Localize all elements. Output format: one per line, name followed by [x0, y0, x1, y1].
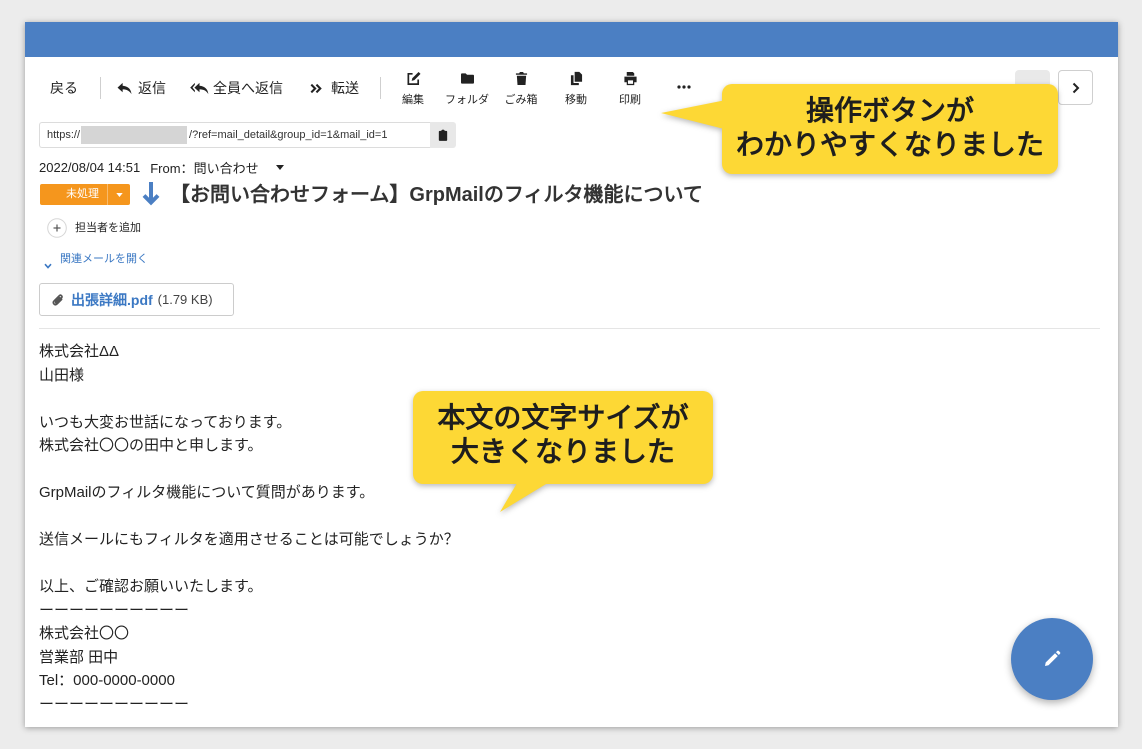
- print-button[interactable]: 印刷: [603, 68, 657, 110]
- back-label: 戻る: [50, 80, 78, 96]
- prev-mail-button: [1015, 70, 1050, 105]
- move-icon: [549, 70, 603, 86]
- mail-body: 株式会社ΔΔ 山田様 いつも大変お世話になっております。 株式会社〇〇の田中と申…: [39, 340, 939, 727]
- reply-all-icon: [190, 82, 209, 95]
- more-icon: [677, 85, 691, 89]
- divider: [39, 328, 1100, 329]
- move-label: 移動: [565, 94, 587, 106]
- compose-button[interactable]: [1011, 618, 1093, 700]
- print-icon: [603, 70, 657, 86]
- from-name: 問い合わせ: [193, 160, 259, 176]
- plus-circle-icon: [47, 218, 67, 238]
- body-paragraph: 以上、ご確認お願いいたします。 ーーーーーーーーーー 株式会社〇〇 営業部 田中…: [39, 575, 939, 716]
- body-line: ーーーーーーーーーー: [39, 601, 190, 619]
- folder-button[interactable]: フォルダ: [440, 68, 494, 110]
- caret-down-icon: [275, 164, 284, 170]
- attachment-name: 出張詳細.pdf: [71, 291, 153, 308]
- body-paragraph: 送信メールにもフィルタを適用させることは可能でしょうか？: [39, 528, 939, 552]
- redacted-host: [81, 126, 188, 144]
- body-line: 山田様: [39, 366, 85, 384]
- status-dropdown[interactable]: 未処理: [40, 184, 130, 205]
- edit-label: 編集: [402, 94, 424, 106]
- move-button[interactable]: 移動: [549, 68, 603, 110]
- trash-label: ごみ箱: [504, 94, 538, 106]
- mail-url-field[interactable]: https:// /?ref=mail_detail&group_id=1&ma…: [39, 122, 430, 148]
- clipboard-icon: [438, 129, 448, 141]
- toolbar-divider: [100, 77, 101, 99]
- folder-label: フォルダ: [445, 94, 489, 106]
- caret-down-icon: [107, 184, 130, 205]
- reply-label: 返信: [138, 80, 166, 96]
- add-assignee-label[interactable]: 担当者を追加: [75, 221, 141, 235]
- paperclip-icon: [52, 293, 64, 307]
- mail-detail-card: 戻る 返信 全員へ返信 転送 編集 フォルダ ごみ箱 移動 印刷 https:/…: [25, 22, 1118, 727]
- reply-all-label: 全員へ返信: [213, 80, 283, 96]
- edit-icon: [386, 70, 440, 86]
- forward-icon: [310, 83, 322, 94]
- folder-icon: [440, 70, 494, 86]
- body-line: 以上、ご確認お願いいたします。: [39, 578, 263, 595]
- chevron-down-icon: [44, 256, 52, 269]
- chevron-right-icon: [1072, 82, 1080, 94]
- from-label: From：: [150, 160, 194, 176]
- from-dropdown[interactable]: From： 問い合わせ: [150, 158, 284, 177]
- body-line: いつも大変お世話になっております。: [39, 413, 292, 431]
- mail-subject: 【お問い合わせフォーム】GrpMailのフィルタ機能について: [170, 184, 703, 206]
- forward-label: 転送: [331, 80, 359, 96]
- reply-icon: [117, 82, 132, 95]
- more-button[interactable]: [670, 80, 698, 94]
- body-paragraph: 株式会社ΔΔ 山田様: [39, 340, 939, 387]
- trash-button[interactable]: ごみ箱: [494, 68, 548, 110]
- edit-button[interactable]: 編集: [386, 68, 440, 110]
- url-path: /?ref=mail_detail&group_id=1&mail_id=1: [189, 129, 388, 141]
- copy-url-button[interactable]: [430, 122, 456, 148]
- back-button[interactable]: 戻る: [42, 76, 86, 100]
- body-line: 株式会社〇〇: [39, 625, 130, 642]
- url-scheme: https://: [47, 129, 81, 141]
- body-paragraph: いつも大変お世話になっております。 株式会社〇〇の田中と申します。: [39, 411, 939, 458]
- body-line: GrpMailのフィルタ機能について質問があります。: [39, 484, 375, 501]
- body-line: 株式会社〇〇の田中と申します。: [39, 437, 263, 454]
- add-assignee-button[interactable]: [47, 218, 67, 238]
- reply-all-button[interactable]: 全員へ返信: [190, 76, 283, 100]
- mail-datetime: 2022/08/04 14:51: [39, 159, 141, 175]
- attachment-chip[interactable]: 出張詳細.pdf (1.79 KB): [39, 283, 234, 316]
- forward-button[interactable]: 転送: [310, 76, 359, 100]
- print-label: 印刷: [619, 94, 641, 106]
- open-related-mail-link[interactable]: 関連メールを開く: [60, 252, 148, 266]
- pencil-icon: [1042, 649, 1062, 669]
- trash-icon: [494, 70, 548, 86]
- body-line: 送信メールにもフィルタを適用させることは可能でしょうか？: [39, 531, 459, 548]
- body-paragraph: GrpMailのフィルタ機能について質問があります。: [39, 481, 939, 505]
- next-mail-button[interactable]: [1058, 70, 1093, 105]
- status-label: 未処理: [66, 188, 99, 200]
- toolbar-divider: [380, 77, 381, 99]
- body-line: 株式会社ΔΔ: [39, 343, 120, 360]
- body-line: ーーーーーーーーーー: [39, 695, 190, 713]
- mail-meta-row: 2022/08/04 14:51 From： 問い合わせ: [39, 158, 284, 177]
- body-line: 営業部 田中: [39, 648, 119, 666]
- header-bar: [25, 22, 1118, 57]
- reply-button[interactable]: 返信: [117, 76, 166, 100]
- attachment-size: (1.79 KB): [157, 292, 213, 307]
- arrow-down-icon[interactable]: [142, 181, 160, 206]
- body-line: Tel：000-0000-0000: [39, 672, 175, 689]
